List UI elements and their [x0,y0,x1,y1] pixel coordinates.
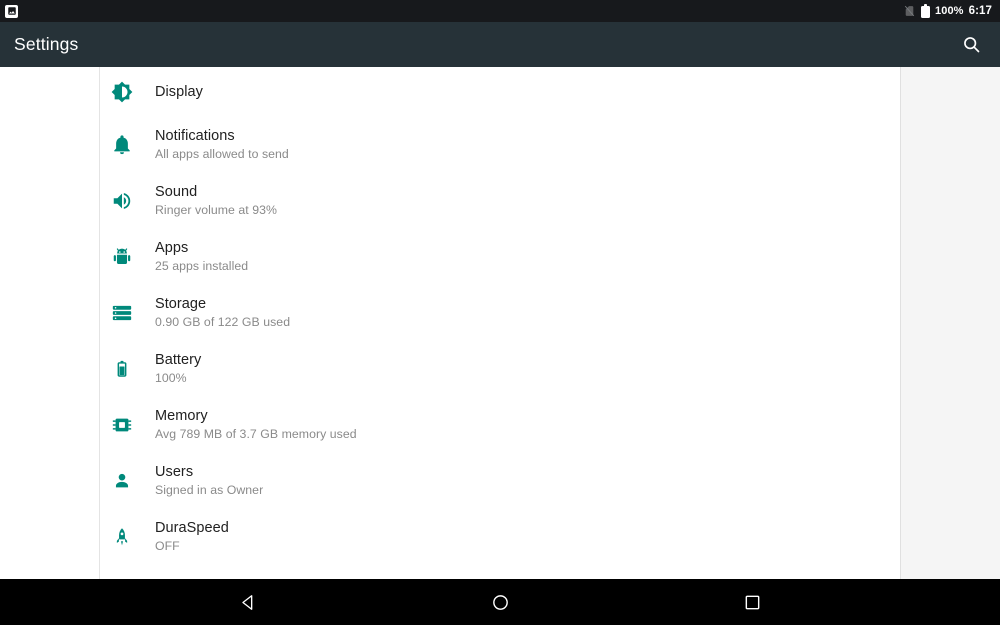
settings-row-text: DuraSpeed OFF [155,509,229,565]
brightness-icon [111,67,155,117]
person-icon [111,453,155,509]
battery-icon [111,341,155,397]
back-icon[interactable] [185,579,311,625]
status-bar-system-icons: 100% 6:17 [903,0,992,22]
settings-row-sound[interactable]: Sound Ringer volume at 93% [100,173,900,229]
battery-full-icon [921,4,931,18]
settings-row-text: Users Signed in as Owner [155,453,263,509]
settings-row-text: Display [155,67,203,117]
settings-row-text: Apps 25 apps installed [155,229,248,285]
left-gutter [0,67,99,579]
settings-row-display[interactable]: Display [100,67,900,117]
settings-row-title: Sound [155,184,198,200]
system-navigation-bar [0,579,1000,625]
settings-row-text: Storage 0.90 GB of 122 GB used [155,285,290,341]
android-settings-screen: 100% 6:17 Settings Display Notifications… [0,0,1000,625]
content-area: Display Notifications All apps allowed t… [0,67,1000,579]
sim-off-icon [903,4,916,18]
photo-icon [5,4,18,18]
settings-row-storage[interactable]: Storage 0.90 GB of 122 GB used [100,285,900,341]
settings-row-title: DuraSpeed [155,520,229,536]
settings-list-card: Display Notifications All apps allowed t… [99,67,901,579]
storage-icon [111,285,155,341]
android-icon [111,229,155,285]
settings-row-title: Battery [155,352,202,368]
speaker-icon [111,173,155,229]
settings-row-text: Sound Ringer volume at 93% [155,173,277,229]
settings-row-title: Apps [155,240,189,256]
status-bar-notifications [5,4,18,18]
settings-row-text: Notifications All apps allowed to send [155,117,289,173]
settings-row-title: Memory [155,408,208,424]
clock-label: 6:17 [968,5,992,17]
settings-row-title: Storage [155,296,207,312]
settings-row-notifications[interactable]: Notifications All apps allowed to send [100,117,900,173]
settings-row-apps[interactable]: Apps 25 apps installed [100,229,900,285]
status-bar: 100% 6:17 [0,0,1000,22]
settings-row-title: Display [155,84,203,100]
settings-row-text: Memory Avg 789 MB of 3.7 GB memory used [155,397,357,453]
right-gutter [901,67,1000,579]
bell-icon [111,117,155,173]
settings-row-text: Battery 100% [155,341,201,397]
settings-row-subtitle: All apps allowed to send [155,147,289,161]
page-title: Settings [14,34,79,54]
settings-row-subtitle: 100% [155,371,187,385]
app-bar: Settings [0,22,1000,67]
home-icon[interactable] [437,579,563,625]
settings-row-subtitle: 25 apps installed [155,259,249,273]
settings-row-subtitle: OFF [155,539,180,553]
settings-row-duraspeed[interactable]: DuraSpeed OFF [100,509,900,565]
settings-row-battery[interactable]: Battery 100% [100,341,900,397]
settings-row-subtitle: Ringer volume at 93% [155,203,277,217]
settings-row-subtitle: 0.90 GB of 122 GB used [155,315,291,329]
settings-row-memory[interactable]: Memory Avg 789 MB of 3.7 GB memory used [100,397,900,453]
rocket-icon [111,509,155,565]
search-icon[interactable] [956,30,986,60]
settings-row-subtitle: Signed in as Owner [155,483,264,497]
settings-row-title: Notifications [155,128,235,144]
settings-list: Display Notifications All apps allowed t… [100,67,900,565]
settings-row-title: Users [155,464,194,480]
settings-row-subtitle: Avg 789 MB of 3.7 GB memory used [155,427,357,441]
memory-chip-icon [111,397,155,453]
battery-percent-label: 100% [935,5,964,17]
settings-row-users[interactable]: Users Signed in as Owner [100,453,900,509]
recents-icon[interactable] [689,579,815,625]
